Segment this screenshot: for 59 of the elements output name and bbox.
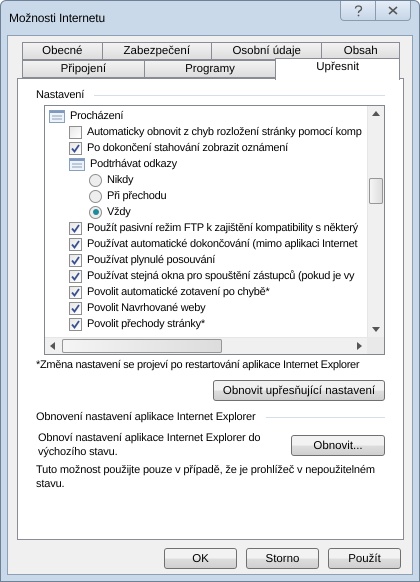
option-label: Povolit přechody stránky* — [87, 318, 205, 330]
reset-description: Obnoví nastavení aplikace Internet Explorer do výchozího stavu. — [38, 431, 262, 459]
folder-list-icon — [69, 158, 85, 170]
close-icon — [388, 6, 398, 15]
option-label: Při přechodu — [107, 190, 166, 202]
option-label: Používat stejná okna pro spouštění zástupců (pokud je vy — [87, 270, 354, 282]
tab[interactable]: Připojení — [22, 60, 145, 78]
checkbox[interactable] — [69, 302, 82, 314]
scroll-right-icon[interactable] — [357, 342, 362, 350]
group-label: Obnovení nastavení aplikace Internet Explorer — [36, 411, 256, 423]
folder-list-icon — [49, 110, 65, 122]
tab[interactable]: Zabezpečení — [102, 42, 212, 60]
checkbox[interactable] — [69, 270, 82, 282]
option-label: Používat plynulé posouvání — [87, 254, 216, 266]
scrollbar-corner — [367, 337, 384, 354]
tab[interactable]: Obecné — [22, 42, 103, 60]
help-icon — [354, 4, 362, 16]
reset-button[interactable]: Obnovit... — [291, 435, 385, 456]
tab[interactable]: Upřesnit — [275, 58, 400, 80]
checkbox[interactable] — [69, 126, 82, 138]
scrollbar-thumb[interactable] — [62, 339, 222, 353]
option-label: Nikdy — [107, 174, 134, 186]
radio-button[interactable] — [89, 190, 102, 202]
radio-button[interactable] — [89, 174, 102, 186]
option-label: Povolit Navrhované weby — [87, 302, 206, 314]
reset-note: Tuto možnost použijte pouze v případě, že je prohlížeč v nepoužitelném stavu. — [36, 463, 376, 491]
help-button[interactable] — [340, 1, 376, 21]
vertical-scrollbar[interactable] — [367, 106, 384, 337]
dialog-button[interactable]: Storno — [246, 548, 319, 569]
group-label: Nastavení — [36, 89, 84, 101]
horizontal-scrollbar[interactable] — [45, 337, 367, 354]
checkbox[interactable] — [69, 254, 82, 266]
checkbox[interactable] — [69, 142, 82, 154]
scroll-up-icon[interactable] — [372, 111, 380, 116]
window-title: Možnosti Internetu — [9, 11, 106, 25]
category-label: Podtrhávat odkazy — [90, 158, 177, 170]
scrollbar-thumb[interactable] — [369, 178, 383, 204]
reset-advanced-button[interactable]: Obnovit upřesňující nastavení — [213, 380, 385, 401]
option-label: Povolit automatické zotavení po chybě* — [87, 286, 270, 298]
tab[interactable]: Osobní údaje — [211, 42, 322, 60]
tab[interactable]: Programy — [144, 60, 276, 78]
option-label: Použít pasivní režim FTP k zajištění kompatibility s některý — [87, 222, 358, 234]
checkbox[interactable] — [69, 286, 82, 298]
dialog-button[interactable]: OK — [164, 548, 237, 569]
radio-button[interactable] — [89, 206, 102, 218]
footnote: *Změna nastavení se projeví po restartování aplikace Internet Explorer — [36, 359, 360, 371]
option-label: Automaticky obnovit z chyb rozložení stránky pomocí komp — [87, 126, 362, 138]
option-label: Po dokončení stahování zobrazit oznámení — [87, 142, 288, 154]
settings-list[interactable] — [44, 105, 385, 355]
scroll-left-icon[interactable] — [50, 342, 55, 350]
close-button[interactable] — [376, 1, 411, 21]
category-label: Procházení — [70, 110, 124, 122]
option-label: Používat automatické dokončování (mimo aplikaci Internet — [87, 238, 358, 250]
dialog-button[interactable]: Použít — [328, 548, 401, 569]
option-label: Vždy — [107, 206, 130, 218]
checkbox[interactable] — [69, 222, 82, 234]
checkbox[interactable] — [69, 318, 82, 330]
scroll-down-icon[interactable] — [372, 327, 380, 332]
checkbox[interactable] — [69, 238, 82, 250]
